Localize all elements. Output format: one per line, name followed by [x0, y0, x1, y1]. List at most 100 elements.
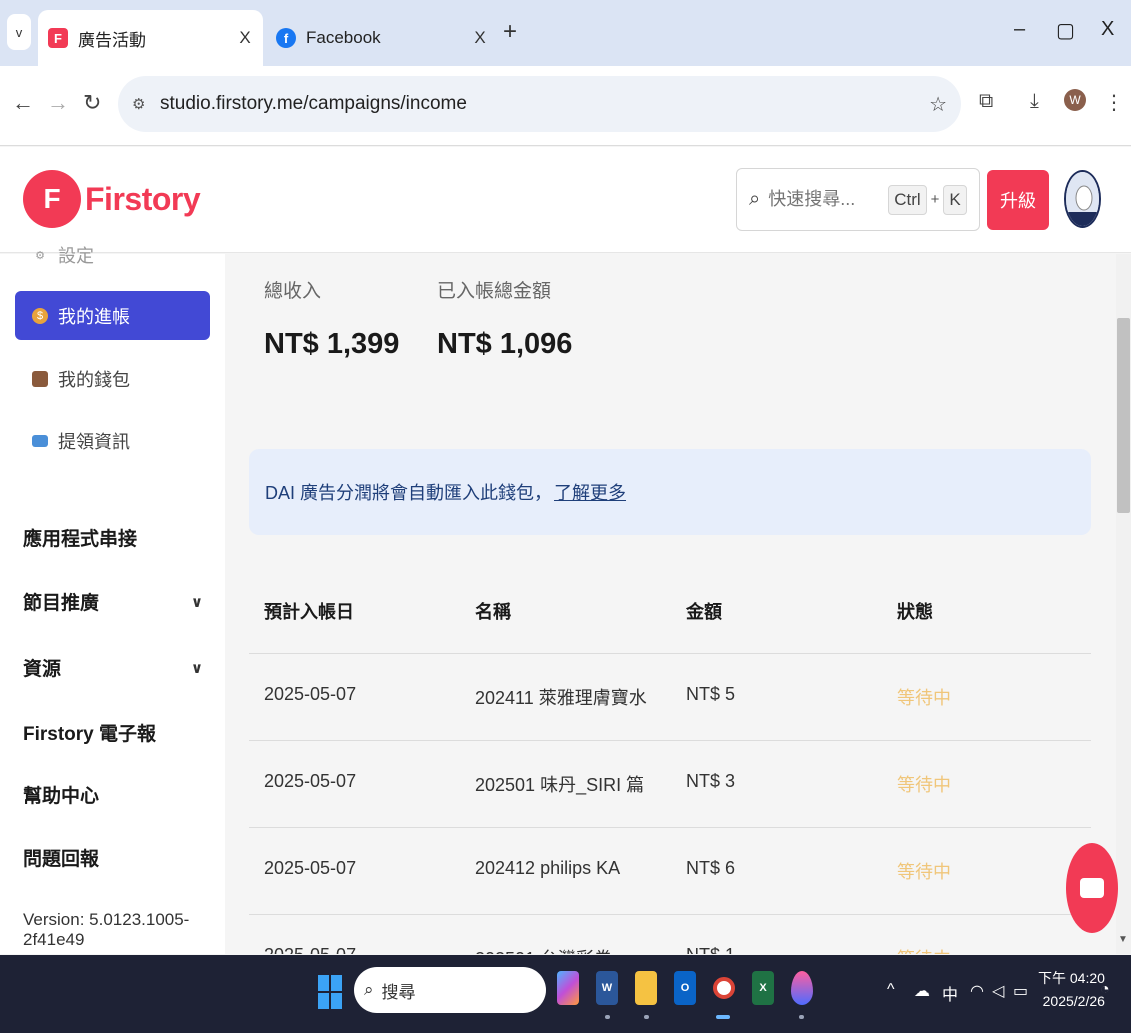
taskbar-search-label: 搜尋: [381, 982, 416, 1002]
cell-amount: NT$ 3: [686, 771, 736, 791]
restore-button[interactable]: ▢: [1056, 18, 1075, 43]
app-header: F Firstory ⌕ Ctrl + K 升級: [0, 147, 1131, 253]
version-text: Version: 5.0123.1005-2f41e49: [23, 910, 190, 949]
close-tab-icon[interactable]: X: [468, 28, 492, 48]
sidebar-section-report-issue[interactable]: 問題回報: [23, 844, 203, 871]
quick-search[interactable]: ⌕ Ctrl + K: [736, 168, 980, 231]
search-icon: ⌕: [364, 980, 374, 999]
browser-tab-bar: v F 廣告活動 X f Facebook X + – ▢ X: [0, 0, 1131, 66]
word-app-icon[interactable]: W: [596, 971, 618, 1005]
close-tab-icon[interactable]: X: [233, 28, 257, 48]
table-row: 2025-05-07 202412 philips KA NT$ 6 等待中: [249, 828, 1091, 915]
app-running-indicator: [799, 1015, 804, 1019]
upgrade-button[interactable]: 升級: [987, 170, 1049, 230]
volume-icon[interactable]: ◁: [992, 981, 1004, 1001]
sidebar-item-my-wallet[interactable]: 我的錢包: [15, 354, 210, 403]
briefcase-icon: [32, 370, 48, 387]
cell-amount: NT$ 6: [686, 858, 736, 878]
cell-date: 2025-05-07: [264, 684, 357, 704]
clock-date: 2025/2/26: [1042, 993, 1105, 1009]
search-icon: ⌕: [749, 188, 761, 210]
wifi-icon[interactable]: ◠: [970, 981, 984, 1001]
forward-icon[interactable]: →: [47, 90, 69, 116]
copilot-app-icon[interactable]: [557, 971, 579, 1005]
tab-facebook[interactable]: f Facebook X: [268, 10, 498, 66]
sidebar-section-app-integration[interactable]: 應用程式串接: [23, 524, 203, 551]
user-avatar-image: [1066, 172, 1099, 226]
sidebar-section-resources[interactable]: 資源 ∨: [23, 654, 203, 681]
table-row: 2025-05-07 202411 萊雅理膚寶水 NT$ 5 等待中: [249, 654, 1091, 741]
cell-status: 等待中: [897, 775, 951, 795]
received-total-label: 已入帳總金額: [437, 281, 552, 302]
scrollbar-thumb[interactable]: [1117, 318, 1130, 513]
tab-title: Facebook: [306, 28, 381, 47]
more-menu-icon[interactable]: ⋮: [1104, 90, 1124, 115]
sidebar-section-help-center[interactable]: 幫助中心: [23, 781, 203, 808]
tray-overflow-icon[interactable]: ^: [887, 981, 895, 999]
app-running-indicator: [644, 1015, 649, 1019]
sidebar-item-label: 提領資訊: [58, 431, 130, 452]
windows-start-icon[interactable]: [318, 975, 342, 1009]
firstory-logo[interactable]: F Firstory: [23, 170, 201, 228]
app-running-indicator: [605, 1015, 610, 1019]
sidebar-item-my-income[interactable]: $ 我的進帳: [15, 291, 210, 340]
weather-icon[interactable]: ☁: [914, 981, 930, 1001]
paint-app-icon[interactable]: [791, 971, 813, 1005]
excel-app-icon[interactable]: X: [752, 971, 774, 1005]
close-window-button[interactable]: X: [1101, 18, 1114, 41]
cell-status: 等待中: [897, 945, 951, 954]
main-content: 總收入 NT$ 1,399 已入帳總金額 NT$ 1,096 DAI 廣告分潤將…: [249, 254, 1091, 954]
sidebar-item-settings[interactable]: ⚙ 設定: [15, 242, 210, 268]
cell-amount: NT$ 1: [686, 945, 735, 954]
shortcut-ctrl-key: Ctrl: [888, 184, 927, 215]
reload-icon[interactable]: ↻: [83, 90, 101, 116]
outlook-app-icon[interactable]: O: [674, 971, 696, 1005]
chat-button[interactable]: [1066, 843, 1118, 933]
profile-avatar[interactable]: W: [1064, 89, 1086, 111]
file-explorer-icon[interactable]: [635, 971, 657, 1005]
income-table-header: 預計入帳日 名稱 金額 狀態: [249, 574, 1091, 654]
sidebar-section-label: 節目推廣: [23, 593, 100, 614]
new-tab-button[interactable]: +: [503, 18, 517, 46]
shortcut-k-key: K: [943, 184, 967, 215]
battery-icon[interactable]: ▭: [1013, 981, 1028, 1001]
sidebar-item-label: 我的錢包: [58, 369, 130, 390]
credit-card-icon: [32, 434, 48, 447]
minimize-button[interactable]: –: [1014, 18, 1025, 41]
sidebar-section-promotion[interactable]: 節目推廣 ∨: [23, 588, 203, 615]
taskbar-clock[interactable]: 下午 04:20 2025/2/26: [1038, 967, 1105, 1013]
total-income-value: NT$ 1,399: [264, 328, 400, 360]
quick-search-input[interactable]: [768, 189, 889, 210]
chrome-app-icon[interactable]: [713, 977, 735, 999]
sidebar-section-label: Firstory 電子報: [23, 724, 157, 745]
bookmark-star-icon[interactable]: ☆: [929, 92, 947, 117]
chevron-down-icon: ∨: [190, 659, 203, 677]
tab-campaigns[interactable]: F 廣告活動 X: [38, 10, 263, 66]
url-text[interactable]: studio.firstory.me/campaigns/income: [160, 93, 929, 115]
firstory-favicon-icon: F: [48, 28, 68, 48]
received-total-value: NT$ 1,096: [437, 328, 573, 360]
total-income-label: 總收入: [264, 281, 322, 302]
learn-more-link[interactable]: 了解更多: [554, 479, 626, 505]
sidebar-section-label: 問題回報: [23, 849, 100, 870]
cell-name: 202501 味丹_SIRI 篇: [475, 775, 645, 795]
taskbar-search[interactable]: ⌕ 搜尋: [354, 967, 546, 1013]
cell-name: 202501 台灣彩券: [475, 945, 612, 954]
site-info-icon[interactable]: ⚙: [132, 95, 150, 113]
extensions-icon[interactable]: ⧉: [979, 90, 993, 113]
cell-name: 202412 philips KA: [475, 858, 621, 878]
ime-indicator[interactable]: 中: [942, 981, 958, 1005]
tab-search-menu-button[interactable]: v: [7, 14, 31, 50]
sidebar-item-withdrawal-info[interactable]: 提領資訊: [15, 416, 210, 465]
cell-amount: NT$ 5: [686, 684, 736, 704]
user-avatar[interactable]: [1064, 170, 1101, 228]
scroll-down-arrow-icon[interactable]: ▼: [1118, 934, 1128, 945]
sidebar-section-newsletter[interactable]: Firstory 電子報: [23, 719, 203, 746]
notification-bell-icon[interactable]: ◔: [1100, 981, 1110, 999]
download-icon[interactable]: ⤓: [1030, 90, 1039, 113]
back-icon[interactable]: ←: [12, 90, 34, 116]
cell-date: 2025-05-07: [264, 858, 357, 878]
address-bar[interactable]: ⚙ studio.firstory.me/campaigns/income ☆: [118, 76, 961, 132]
chevron-down-icon: v: [15, 24, 23, 40]
chevron-down-icon: ∨: [190, 593, 203, 611]
